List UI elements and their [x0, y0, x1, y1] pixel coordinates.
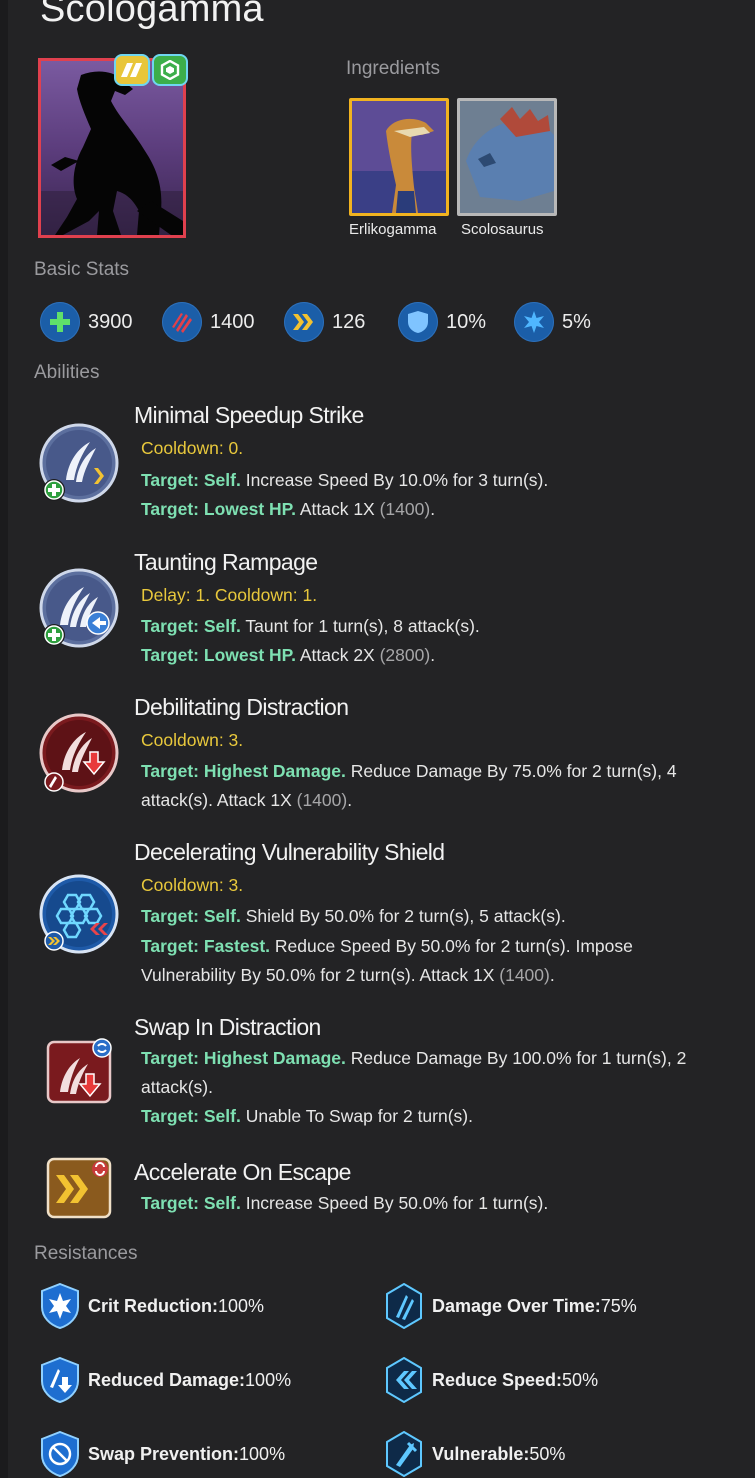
class-badge-icon	[152, 54, 188, 86]
stat-crit: 5%	[514, 302, 591, 342]
reduced-damage-icon	[41, 1357, 79, 1403]
ability-effect-line: Target: Fastest. Reduce Speed By 50.0% f…	[141, 936, 633, 956]
ability-effect-line: attack(s). Attack 1X (1400).	[141, 790, 353, 810]
ability-effect-line: Target: Self. Increase Speed By 50.0% fo…	[141, 1193, 549, 1213]
stat-speed-value: 126	[332, 310, 366, 333]
damage-icon	[162, 302, 202, 342]
ability-effect-line: Target: Highest Damage. Reduce Damage By…	[141, 1048, 687, 1068]
resistance-crit-reduction: Crit Reduction: 100%	[40, 1283, 264, 1329]
ability-timing: Cooldown: 0.	[141, 438, 244, 458]
ability-effect-line: Target: Lowest HP. Attack 2X (2800).	[141, 645, 436, 665]
ability-name: Swap In Distraction	[134, 1014, 321, 1040]
scolosaurus-portrait-icon	[460, 101, 554, 213]
crit-icon	[514, 302, 554, 342]
ability-timing: Cooldown: 3.	[141, 875, 244, 895]
creature-badges	[114, 54, 188, 86]
stat-damage-value: 1400	[210, 310, 255, 333]
ability-name: Taunting Rampage	[134, 549, 318, 575]
ability-effect-line: Vulnerability By 50.0% for 2 turn(s). At…	[141, 965, 555, 985]
resistance-reduced-damage: Reduced Damage: 100%	[40, 1357, 291, 1403]
abilities-label: Abilities	[34, 362, 100, 383]
damage-over-time-icon	[386, 1283, 422, 1329]
ability-effect-line: Target: Self. Increase Speed By 10.0% fo…	[141, 470, 549, 490]
ingredient-name-scolosaurus: Scolosaurus	[461, 221, 544, 238]
resistance-damage-over-time: Damage Over Time: 75%	[384, 1283, 637, 1329]
ability-name: Debilitating Distraction	[134, 694, 349, 720]
ability-name: Decelerating Vulnerability Shield	[134, 839, 445, 865]
resistance-reduce-speed: Reduce Speed: 50%	[384, 1357, 598, 1403]
ingredient-card-scolosaurus[interactable]	[457, 98, 557, 216]
ingredient-name-erlikogamma: Erlikogamma	[349, 221, 437, 238]
accelerate-escape-icon	[46, 1157, 112, 1219]
stat-health: 3900	[40, 302, 133, 342]
resistance-swap-prevention: Swap Prevention: 100%	[40, 1431, 285, 1477]
basic-stats-label: Basic Stats	[34, 259, 130, 280]
rarity-badge-icon	[114, 54, 150, 86]
ability-timing: Delay: 1. Cooldown: 1.	[141, 585, 318, 605]
ability-name: Accelerate On Escape	[134, 1159, 351, 1185]
ability-effect-line: Target: Self. Shield By 50.0% for 2 turn…	[141, 906, 566, 926]
dinosaur-silhouette-icon	[41, 71, 183, 235]
erlikogamma-portrait-icon	[352, 101, 446, 213]
rampage-taunt-icon	[39, 568, 119, 648]
ability-effect-line: attack(s).	[141, 1077, 213, 1097]
ingredients-label: Ingredients	[346, 58, 441, 79]
ability-effect-line: Target: Lowest HP. Attack 1X (1400).	[141, 499, 436, 519]
stat-damage: 1400	[162, 302, 255, 342]
ability-effect-line: Target: Highest Damage. Reduce Damage By…	[141, 761, 677, 781]
strike-speedup-icon	[39, 423, 119, 503]
shield-hex-icon	[39, 874, 119, 954]
vulnerable-icon	[386, 1431, 422, 1477]
ability-effect-line: Target: Self. Unable To Swap for 2 turn(…	[141, 1106, 473, 1126]
reduce-speed-icon	[386, 1357, 422, 1403]
stat-health-value: 3900	[88, 310, 133, 333]
swap-in-distraction-icon	[46, 1038, 112, 1104]
resistance-vulnerable: Vulnerable: 50%	[384, 1431, 565, 1477]
ability-effect-line: Target: Self. Taunt for 1 turn(s), 8 att…	[141, 616, 480, 636]
ingredient-card-erlikogamma[interactable]	[349, 98, 449, 216]
crit-reduction-icon	[41, 1283, 79, 1329]
ability-name: Minimal Speedup Strike	[134, 402, 364, 428]
stat-crit-value: 5%	[562, 310, 591, 333]
stat-speed: 126	[284, 302, 365, 342]
stat-armor-value: 10%	[446, 310, 487, 333]
ability-timing: Cooldown: 3.	[141, 730, 244, 750]
swap-prevention-icon	[41, 1431, 79, 1477]
armor-icon	[398, 302, 438, 342]
health-icon	[40, 302, 80, 342]
stat-armor: 10%	[398, 302, 486, 342]
speed-icon	[284, 302, 324, 342]
distraction-icon	[39, 713, 119, 793]
resistances-label: Resistances	[34, 1243, 138, 1264]
creature-name: Scologamma	[40, 0, 264, 30]
